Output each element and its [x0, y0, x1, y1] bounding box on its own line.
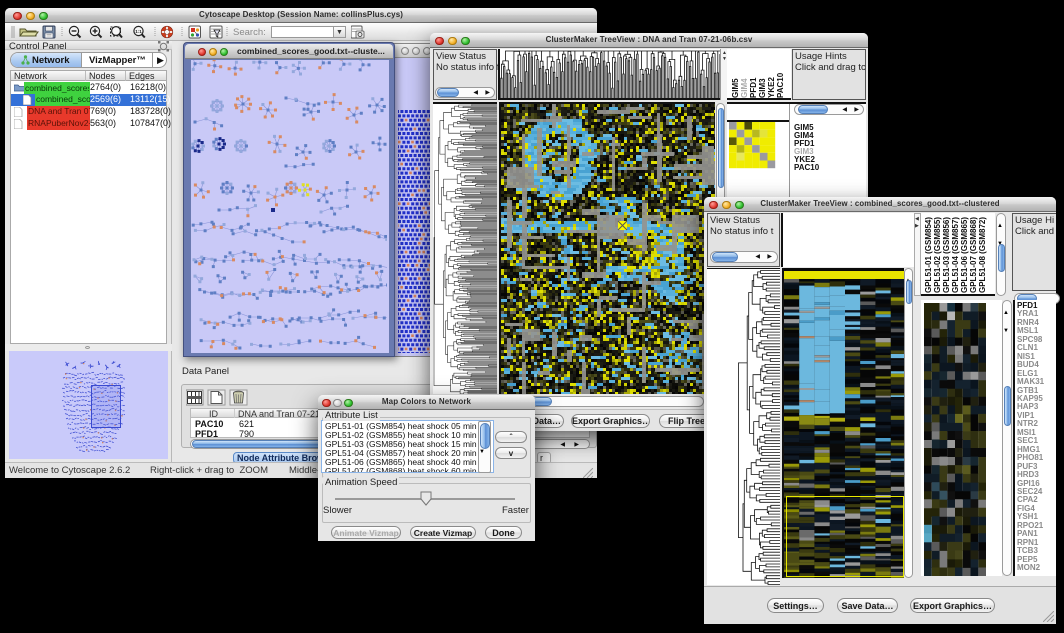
svg-text:1:1: 1:1	[135, 29, 142, 34]
